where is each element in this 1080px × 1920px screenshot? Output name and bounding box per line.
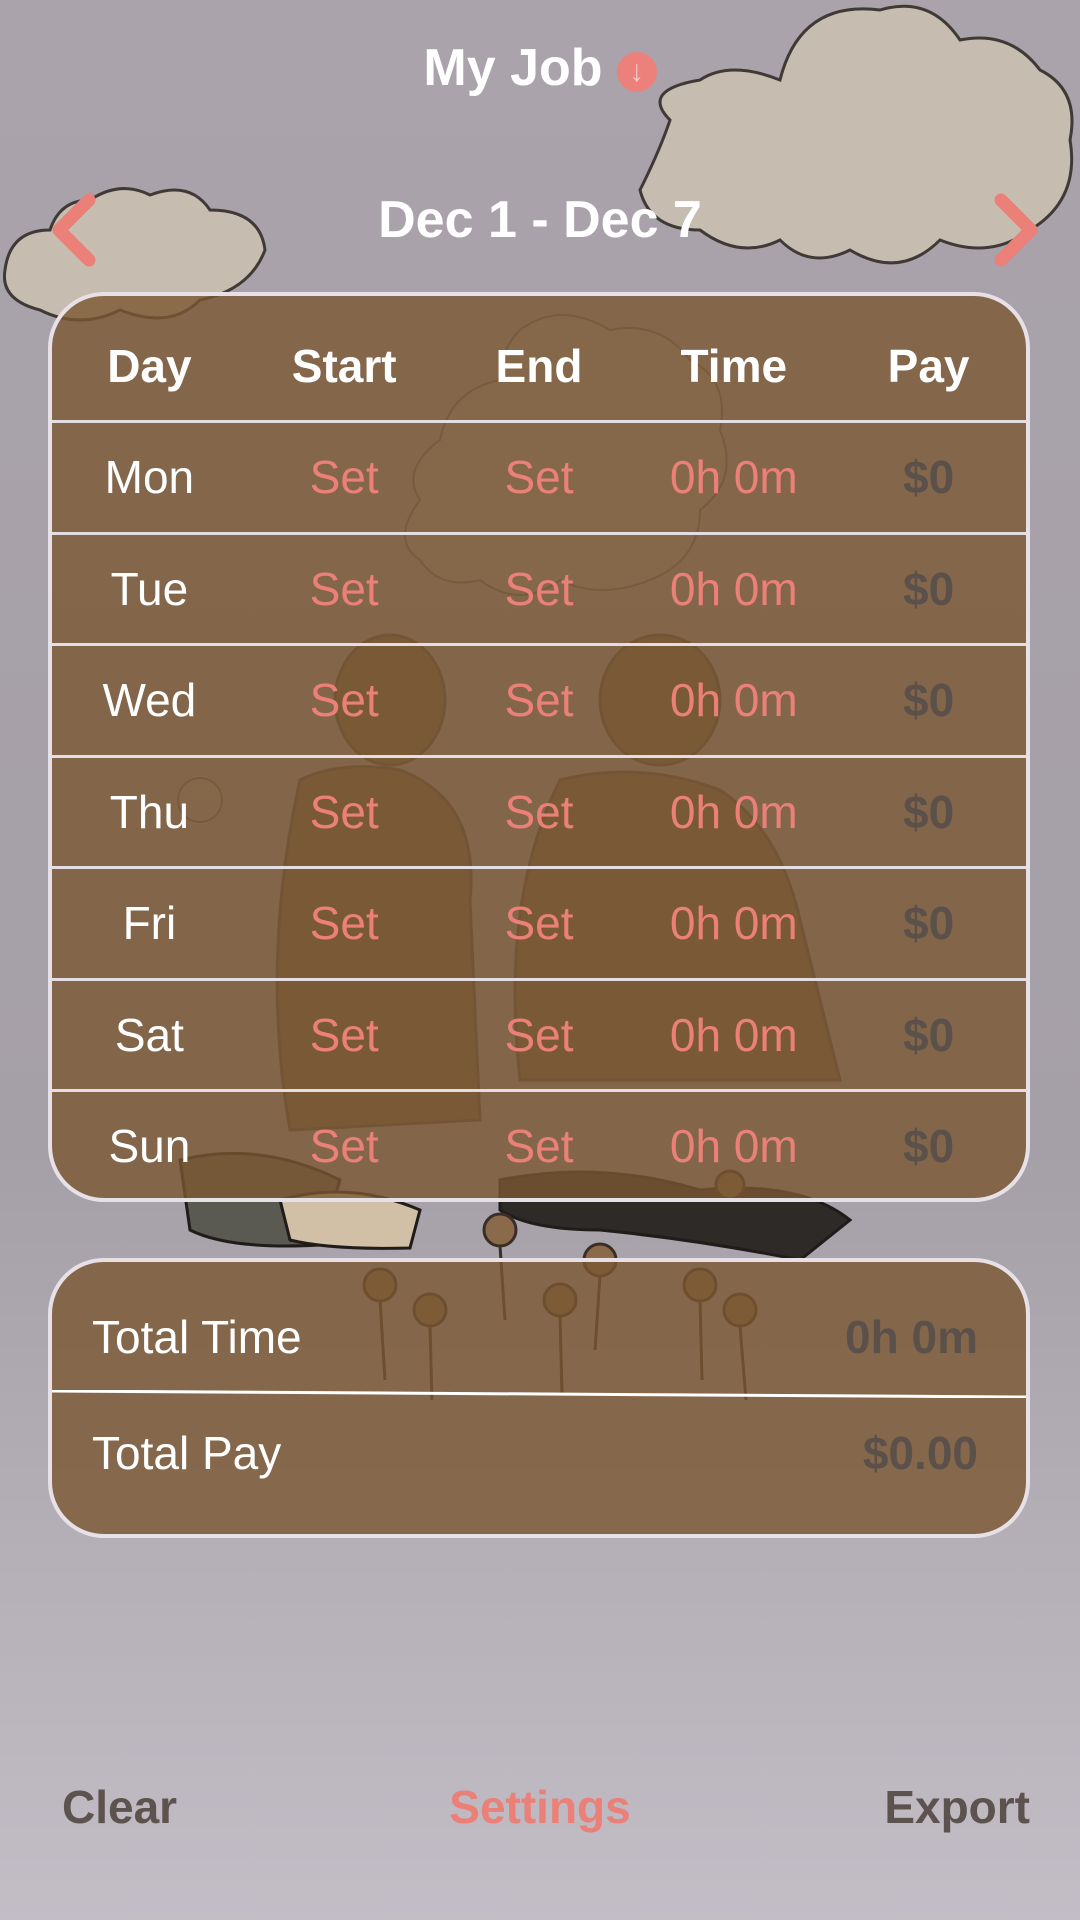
export-button[interactable]: Export bbox=[884, 1780, 1030, 1834]
end-time-button[interactable]: Set bbox=[442, 562, 637, 616]
table-header: Day Start End Time Pay bbox=[52, 312, 1026, 420]
duration-value[interactable]: 0h 0m bbox=[636, 450, 831, 504]
day-label: Thu bbox=[109, 786, 190, 838]
duration-value[interactable]: 0h 0m bbox=[636, 562, 831, 616]
end-time-button[interactable]: Set bbox=[442, 673, 637, 727]
job-name[interactable]: My Job bbox=[423, 39, 602, 97]
start-time-button[interactable]: Set bbox=[247, 785, 442, 839]
start-time-button[interactable]: Set bbox=[247, 562, 442, 616]
total-time-row: Total Time 0h 0m bbox=[52, 1282, 1026, 1392]
column-header-end: End bbox=[495, 340, 583, 392]
day-label: Tue bbox=[110, 563, 189, 615]
start-time-button[interactable]: Set bbox=[247, 673, 442, 727]
column-header-day: Day bbox=[107, 340, 192, 392]
duration-value[interactable]: 0h 0m bbox=[636, 1119, 831, 1173]
total-pay-value: $0.00 bbox=[862, 1427, 978, 1479]
arrow-down-circle-icon[interactable]: ↓ bbox=[616, 52, 657, 92]
start-time-button[interactable]: Set bbox=[247, 450, 442, 504]
end-time-button[interactable]: Set bbox=[442, 896, 637, 950]
total-pay-row: Total Pay $0.00 bbox=[52, 1398, 1026, 1508]
day-label: Wed bbox=[102, 674, 197, 726]
column-header-time: Time bbox=[680, 340, 788, 392]
duration-value[interactable]: 0h 0m bbox=[636, 785, 831, 839]
total-time-value: 0h 0m bbox=[845, 1311, 978, 1363]
day-label: Sat bbox=[114, 1009, 184, 1061]
table-row[interactable]: Fri Set Set 0h 0m $0 bbox=[52, 866, 1026, 977]
totals-panel: Total Time 0h 0m Total Pay $0.00 bbox=[48, 1258, 1030, 1538]
total-pay-label: Total Pay bbox=[92, 1427, 282, 1479]
table-row[interactable]: Wed Set Set 0h 0m $0 bbox=[52, 643, 1026, 754]
end-time-button[interactable]: Set bbox=[442, 450, 637, 504]
column-header-start: Start bbox=[291, 340, 397, 392]
start-time-button[interactable]: Set bbox=[247, 896, 442, 950]
table-row[interactable]: Sun Set Set 0h 0m $0 bbox=[52, 1089, 1026, 1198]
app-title[interactable]: My Job ↓ bbox=[0, 38, 1080, 98]
pay-value: $0 bbox=[903, 897, 955, 949]
pay-value: $0 bbox=[903, 674, 955, 726]
chevron-right-icon[interactable] bbox=[985, 190, 1045, 270]
week-range-label: Dec 1 - Dec 7 bbox=[378, 191, 702, 249]
pay-value: $0 bbox=[903, 451, 955, 503]
totals-divider bbox=[52, 1390, 1026, 1398]
schedule-table: Day Start End Time Pay Mon Set Set 0h 0m… bbox=[48, 292, 1030, 1202]
bottom-bar: Clear Settings Export bbox=[0, 1780, 1080, 1850]
table-row[interactable]: Sat Set Set 0h 0m $0 bbox=[52, 978, 1026, 1089]
day-label: Fri bbox=[122, 897, 177, 949]
table-row[interactable]: Thu Set Set 0h 0m $0 bbox=[52, 755, 1026, 866]
start-time-button[interactable]: Set bbox=[247, 1008, 442, 1062]
table-row[interactable]: Mon Set Set 0h 0m $0 bbox=[52, 420, 1026, 531]
end-time-button[interactable]: Set bbox=[442, 785, 637, 839]
pay-value: $0 bbox=[903, 786, 955, 838]
pay-value: $0 bbox=[903, 1120, 955, 1172]
duration-value[interactable]: 0h 0m bbox=[636, 1008, 831, 1062]
day-label: Sun bbox=[108, 1120, 191, 1172]
duration-value[interactable]: 0h 0m bbox=[636, 673, 831, 727]
start-time-button[interactable]: Set bbox=[247, 1119, 442, 1173]
day-label: Mon bbox=[104, 451, 195, 503]
end-time-button[interactable]: Set bbox=[442, 1119, 637, 1173]
total-time-label: Total Time bbox=[92, 1311, 302, 1363]
duration-value[interactable]: 0h 0m bbox=[636, 896, 831, 950]
table-row[interactable]: Tue Set Set 0h 0m $0 bbox=[52, 532, 1026, 643]
pay-value: $0 bbox=[903, 1009, 955, 1061]
week-navigator: Dec 1 - Dec 7 bbox=[0, 190, 1080, 267]
pay-value: $0 bbox=[903, 563, 955, 615]
column-header-pay: Pay bbox=[887, 340, 970, 392]
end-time-button[interactable]: Set bbox=[442, 1008, 637, 1062]
